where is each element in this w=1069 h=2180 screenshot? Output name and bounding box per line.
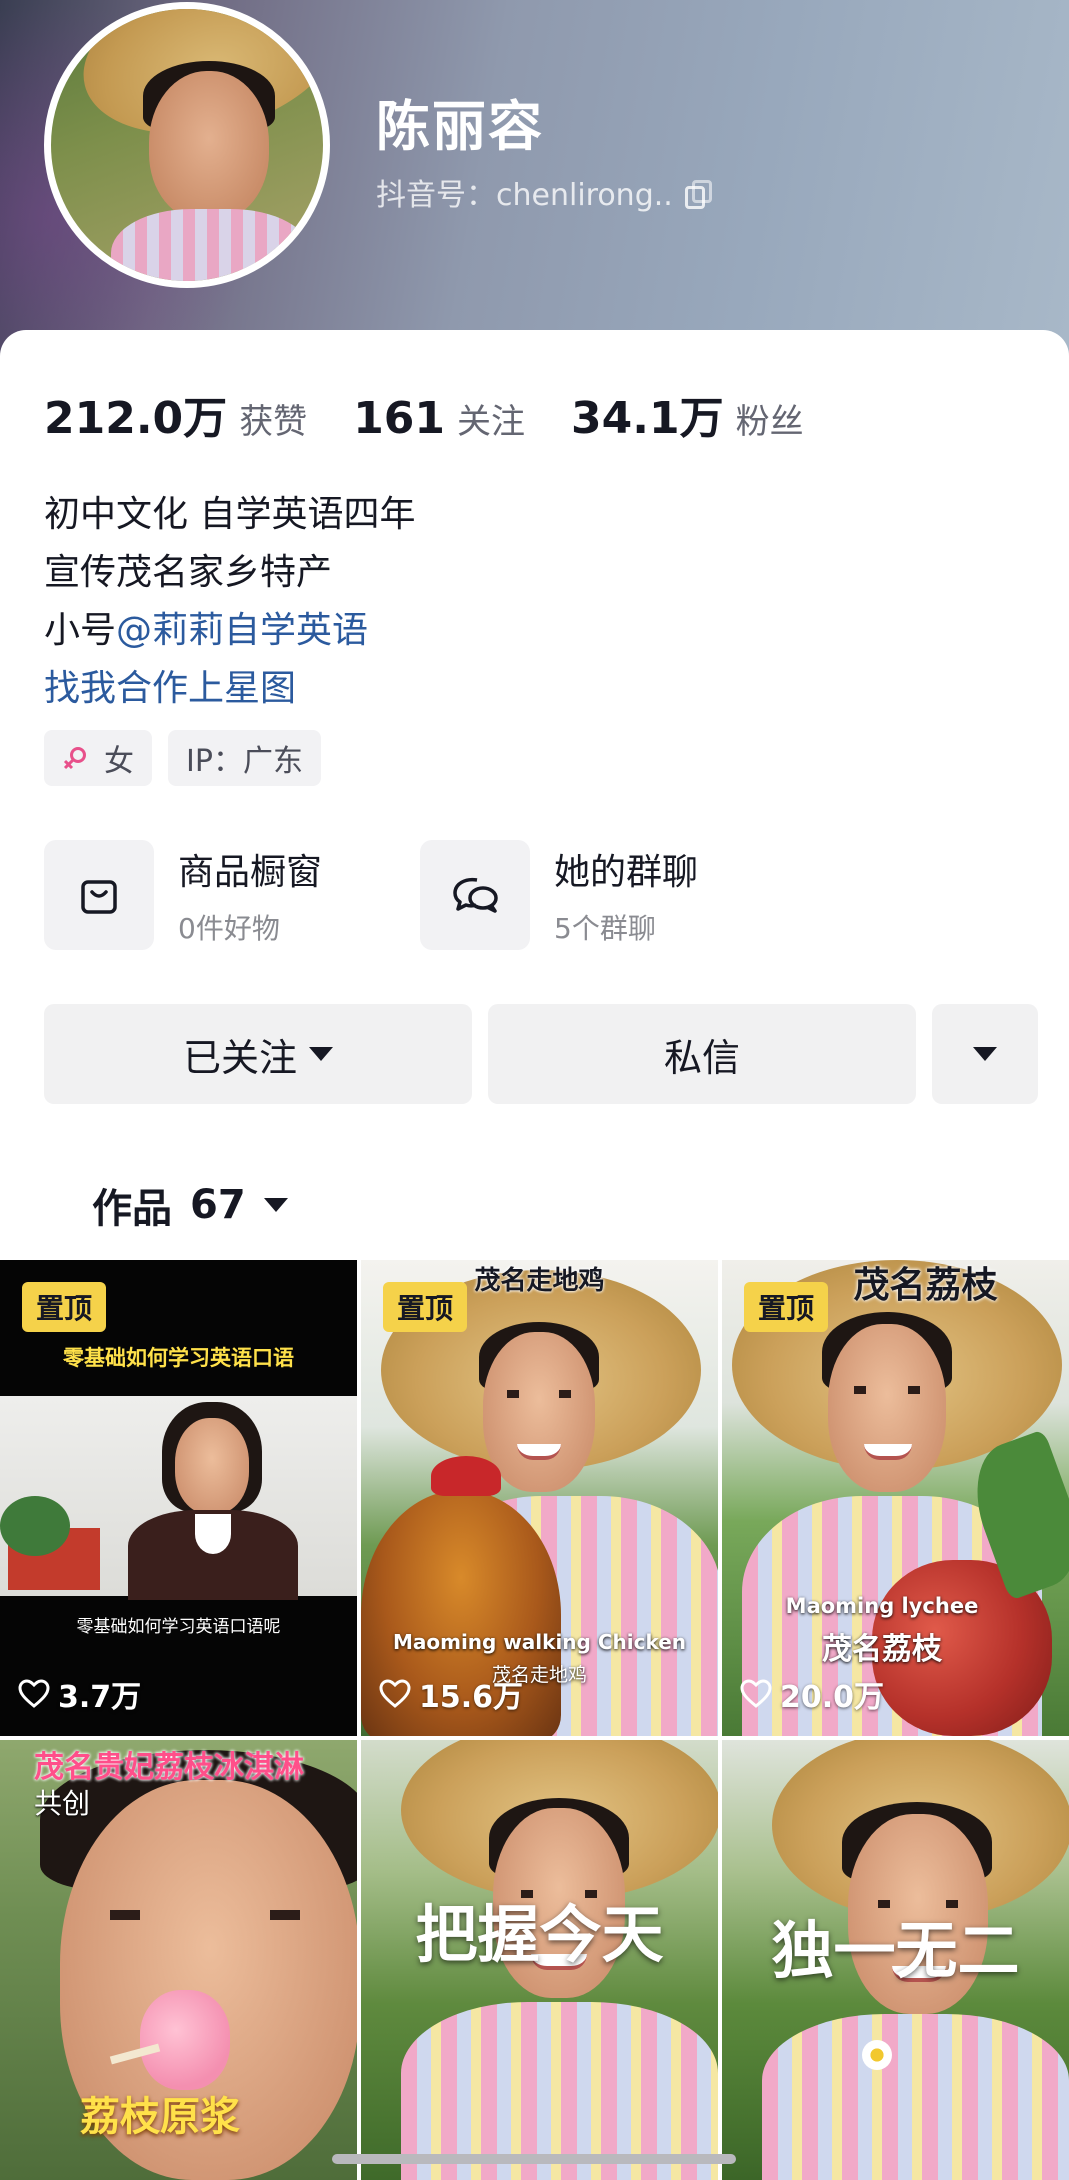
stat-value: 212.0万 — [44, 393, 228, 444]
likes-value: 3.7万 — [58, 1680, 142, 1715]
video-frame — [0, 1396, 357, 1600]
video-caption-en: Maoming lychee — [785, 1594, 979, 1618]
likes-value: 20.0万 — [780, 1680, 885, 1715]
heart-icon — [379, 1679, 411, 1708]
stat-value: 161 — [353, 393, 446, 444]
xingtu-cooperation-link[interactable]: 找我合作上星图 — [44, 660, 415, 718]
works-count: 67 — [190, 1182, 246, 1228]
stat-likes[interactable]: 212.0万 获赞 — [44, 382, 307, 446]
bio-line-2: 宣传茂名家乡特产 — [44, 552, 333, 593]
shortcut-subtitle: 0件好物 — [178, 912, 280, 945]
avatar[interactable] — [44, 2, 330, 288]
lychee-ice-cream — [140, 1990, 230, 2090]
secondary-account-link[interactable]: @莉莉自学英语 — [116, 610, 368, 651]
video-title: 零基础如何学习英语口语 — [63, 1346, 294, 1370]
stats-row: 212.0万 获赞 161 关注 34.1万 粉丝 — [44, 382, 850, 446]
video-thumbnail[interactable]: 独一无二 — [722, 1740, 1069, 2180]
douyin-id[interactable]: 抖音号：chenlirong.. — [376, 170, 712, 214]
stat-followers[interactable]: 34.1万 粉丝 — [571, 382, 804, 446]
ip-location-tag: IP：广东 — [168, 730, 321, 786]
likes-count: 15.6万 — [379, 1672, 523, 1716]
shop-window-shortcut[interactable]: 商品橱窗 0件好物 — [44, 840, 420, 950]
likes-value: 15.6万 — [419, 1680, 524, 1715]
video-caption-cn: 茂名荔枝 — [822, 1632, 942, 1667]
profile-name: 陈丽容 — [376, 95, 544, 158]
video-caption: 荔枝原浆 — [80, 2094, 240, 2140]
video-subtitle: 零基础如何学习英语口语呢 — [76, 1617, 281, 1637]
tab-works[interactable]: 作品 67 — [92, 1176, 288, 1234]
plant — [0, 1496, 70, 1556]
ip-location-label: IP：广东 — [186, 744, 303, 779]
heart-icon — [18, 1679, 50, 1708]
gender-tag: 女 — [44, 730, 152, 786]
video-thumbnail[interactable]: 茂名荔枝 Maoming lychee 茂名荔枝 置顶 20.0万 — [722, 1260, 1069, 1736]
stat-label: 粉丝 — [735, 402, 804, 442]
shopping-bag-icon — [44, 840, 154, 950]
followed-label: 已关注 — [182, 1035, 297, 1080]
wildflower — [862, 2040, 892, 2070]
bio: 初中文化 自学英语四年 宣传茂名家乡特产 小号@莉莉自学英语 找我合作上星图 — [44, 486, 415, 718]
caret-down-icon — [973, 1047, 997, 1061]
caret-down-icon — [309, 1047, 333, 1061]
message-label: 私信 — [663, 1035, 740, 1080]
co-creation-badge: 共创 — [34, 1787, 91, 1820]
video-title: 茂名贵妃荔枝冰淇淋 — [34, 1750, 304, 1785]
shortcut-title: 她的群聊 — [554, 852, 699, 893]
video-caption-en: Maoming walking Chicken — [392, 1630, 687, 1654]
caret-down-icon — [263, 1198, 288, 1212]
video-thumbnail[interactable]: 零基础如何学习英语口语 零基础如何学习英语口语呢 置顶 3.7万 — [0, 1260, 357, 1736]
stat-label: 获赞 — [239, 402, 308, 442]
home-indicator[interactable] — [332, 2154, 736, 2164]
action-buttons: 已关注 私信 — [44, 1004, 1038, 1104]
video-thumbnail[interactable]: 茂名贵妃荔枝冰淇淋 共创 荔枝原浆 — [0, 1740, 357, 2180]
followed-button[interactable]: 已关注 — [44, 1004, 472, 1104]
group-chat-shortcut[interactable]: 她的群聊 5个群聊 — [420, 840, 796, 950]
more-options-button[interactable] — [932, 1004, 1038, 1104]
douyin-id-text: 抖音号：chenlirong.. — [376, 178, 673, 213]
stat-following[interactable]: 161 关注 — [353, 393, 525, 444]
stat-value: 34.1万 — [571, 393, 724, 444]
profile-tags: 女 IP：广东 — [44, 730, 337, 786]
bio-prefix: 小号 — [44, 610, 117, 651]
pinned-badge: 置顶 — [744, 1282, 829, 1332]
video-thumbnail[interactable]: 把握今天 — [361, 1740, 718, 2180]
pinned-badge: 置顶 — [22, 1282, 107, 1332]
video-caption: 把握今天 — [415, 1898, 664, 1971]
shortcuts-row: 商品橱窗 0件好物 她的群聊 5个群聊 — [44, 840, 796, 950]
shortcut-title: 商品橱窗 — [178, 852, 323, 893]
female-icon — [63, 747, 86, 770]
likes-count: 3.7万 — [18, 1672, 141, 1716]
likes-count: 20.0万 — [740, 1672, 884, 1716]
bio-line-1: 初中文化 自学英语四年 — [44, 494, 416, 535]
video-thumbnail[interactable]: 茂名走地鸡 Maoming walking Chicken 茂名走地鸡 置顶 1… — [361, 1260, 718, 1736]
copy-icon[interactable] — [684, 180, 712, 209]
heart-icon — [740, 1679, 772, 1708]
video-caption: 独一无二 — [771, 1914, 1020, 1987]
bio-line-3: 小号@莉莉自学英语 — [44, 602, 415, 660]
works-label: 作品 — [92, 1186, 172, 1232]
pinned-badge: 置顶 — [383, 1282, 468, 1332]
gender-label: 女 — [104, 744, 134, 779]
stat-label: 关注 — [457, 402, 526, 442]
message-button[interactable]: 私信 — [488, 1004, 916, 1104]
shortcut-subtitle: 5个群聊 — [554, 912, 656, 945]
chat-bubbles-icon — [420, 840, 530, 950]
